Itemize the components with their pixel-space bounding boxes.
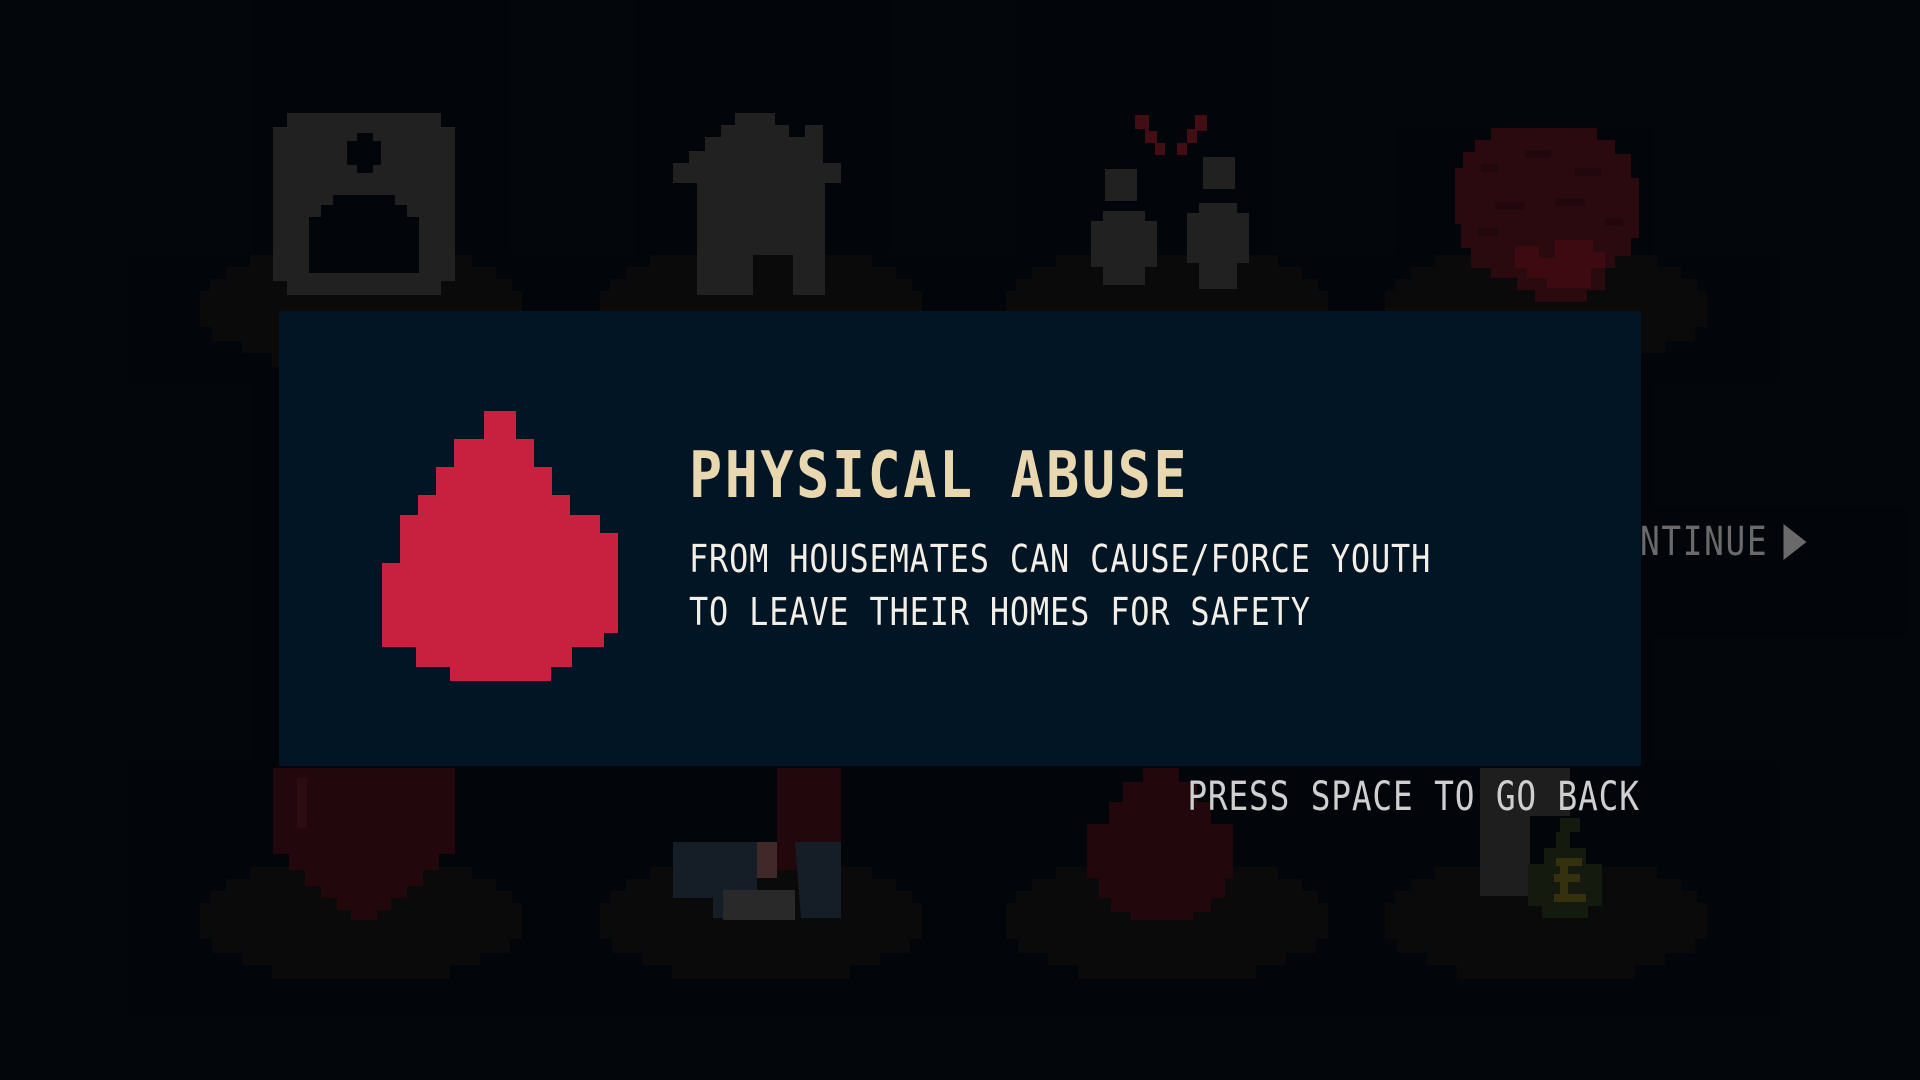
dialog-title: PHYSICAL ABUSE (689, 439, 1190, 513)
heart-icon[interactable] (273, 768, 455, 920)
house-icon[interactable] (673, 113, 855, 295)
play-triangle-icon (1783, 524, 1807, 560)
person-frame-icon[interactable] (273, 113, 455, 295)
blood-drop-icon (382, 411, 618, 681)
info-dialog: PHYSICAL ABUSE FROM HOUSEMATES CAN CAUSE… (279, 311, 1641, 766)
dialog-description: FROM HOUSEMATES CAN CAUSE/FORCE YOUTH TO… (689, 537, 1432, 634)
back-hint: PRESS SPACE TO GO BACK (1187, 774, 1640, 820)
brain-icon[interactable] (1455, 128, 1640, 303)
continue-button[interactable]: NTINUE (1640, 512, 1807, 572)
syringe-icon[interactable] (673, 768, 855, 920)
continue-label: NTINUE (1640, 519, 1769, 565)
conflict-people-icon[interactable] (1075, 113, 1263, 295)
